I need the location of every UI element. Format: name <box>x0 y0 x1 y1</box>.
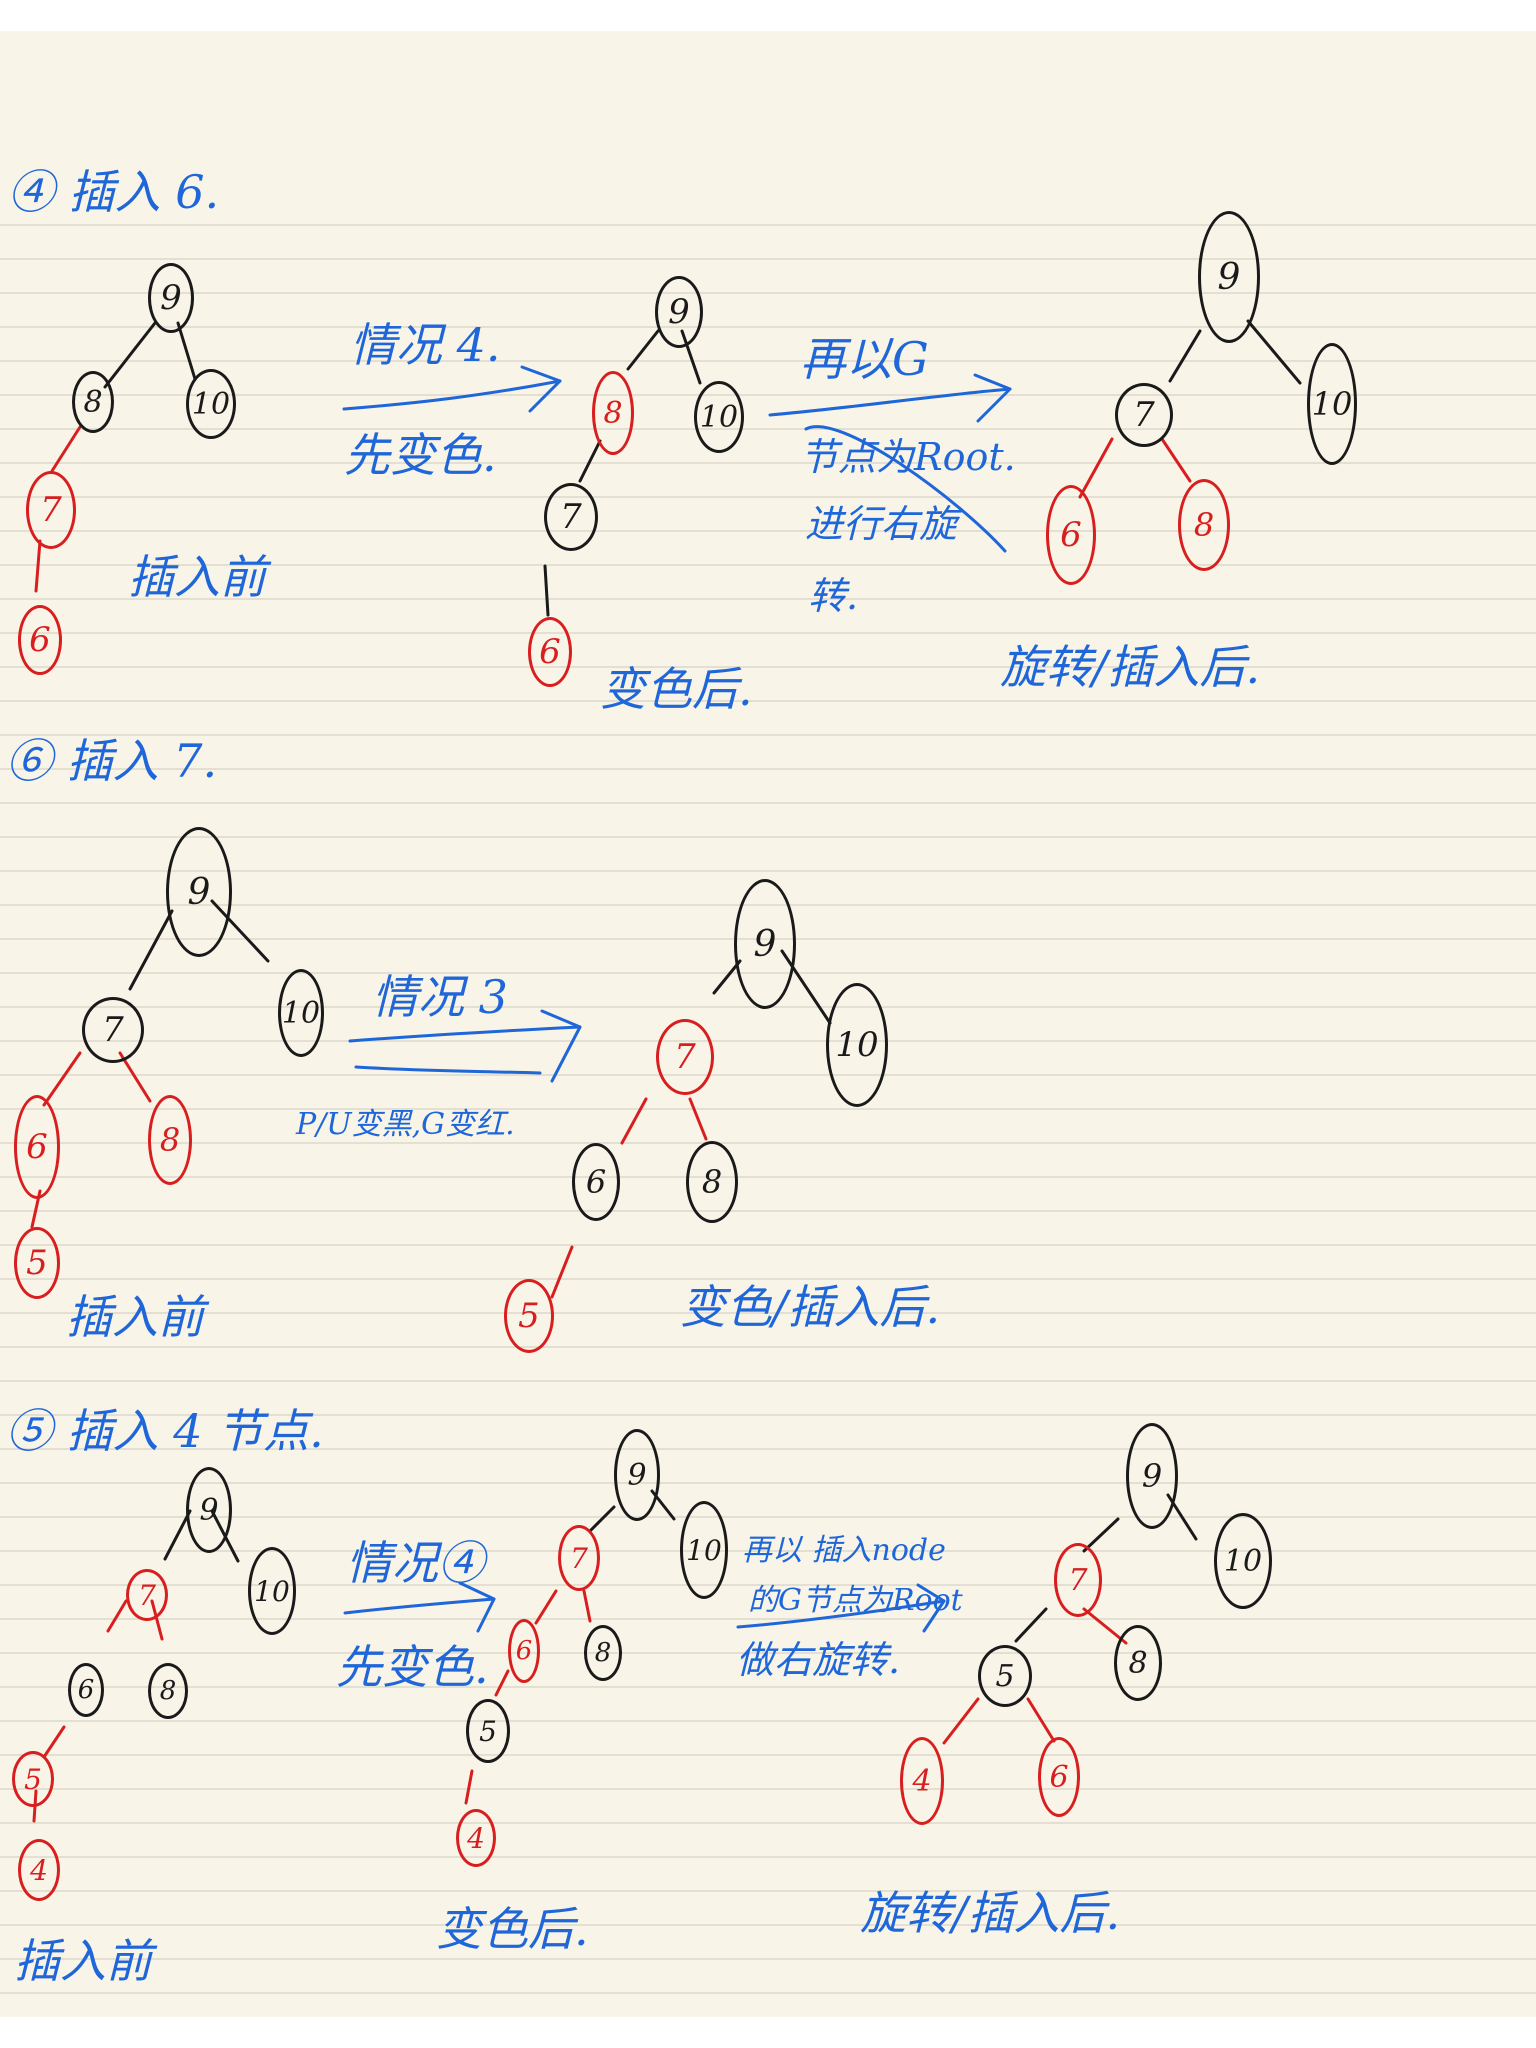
s3-after-node-10: 10 <box>1214 1513 1272 1609</box>
s3-after-node-6: 6 <box>1038 1737 1080 1817</box>
s3-mid-node-10: 10 <box>680 1501 728 1599</box>
section-3-edges <box>32 1489 1198 1823</box>
s3-step2-line3: 做右旋转. <box>736 1638 901 1682</box>
s3-before-node-10: 10 <box>248 1547 296 1635</box>
s3-step1-top: 情况④ <box>346 1536 484 1590</box>
s3-step2-line1: 再以 插入node <box>742 1533 946 1568</box>
s3-label-mid: 变色后. <box>436 1902 589 1956</box>
s3-before-node-5: 5 <box>12 1751 54 1807</box>
s3-after-node-7: 7 <box>1054 1543 1102 1617</box>
s3-label-before: 插入前 <box>14 1934 152 1988</box>
s3-before-node-9: 9 <box>186 1467 232 1553</box>
s3-before-node-4: 4 <box>18 1839 60 1901</box>
s3-after-node-4: 4 <box>900 1737 944 1825</box>
s3-after-node-8: 8 <box>1114 1625 1162 1701</box>
s3-mid-node-4: 4 <box>456 1809 496 1867</box>
s3-before-node-6: 6 <box>68 1663 104 1717</box>
s3-mid-node-6: 6 <box>508 1619 540 1683</box>
s3-after-node-5: 5 <box>978 1645 1032 1707</box>
s3-before-node-8: 8 <box>148 1663 188 1719</box>
s3-step2-line2: 的G节点为Root <box>748 1583 963 1618</box>
s3-step1-bottom: 先变色. <box>336 1640 489 1694</box>
s3-mid-node-8: 8 <box>584 1625 622 1681</box>
s3-before-node-7: 7 <box>126 1569 168 1621</box>
s3-after-node-9: 9 <box>1126 1423 1178 1529</box>
s3-mid-node-7: 7 <box>558 1525 600 1591</box>
s3-label-after: 旋转/插入后. <box>860 1886 1121 1940</box>
s3-mid-node-9: 9 <box>614 1429 660 1521</box>
notebook-page: ④ 插入 6. 9 8 10 7 6 插入前 情况 4. 先变色. 9 8 10… <box>0 31 1536 2017</box>
s3-mid-node-5: 5 <box>466 1699 510 1763</box>
